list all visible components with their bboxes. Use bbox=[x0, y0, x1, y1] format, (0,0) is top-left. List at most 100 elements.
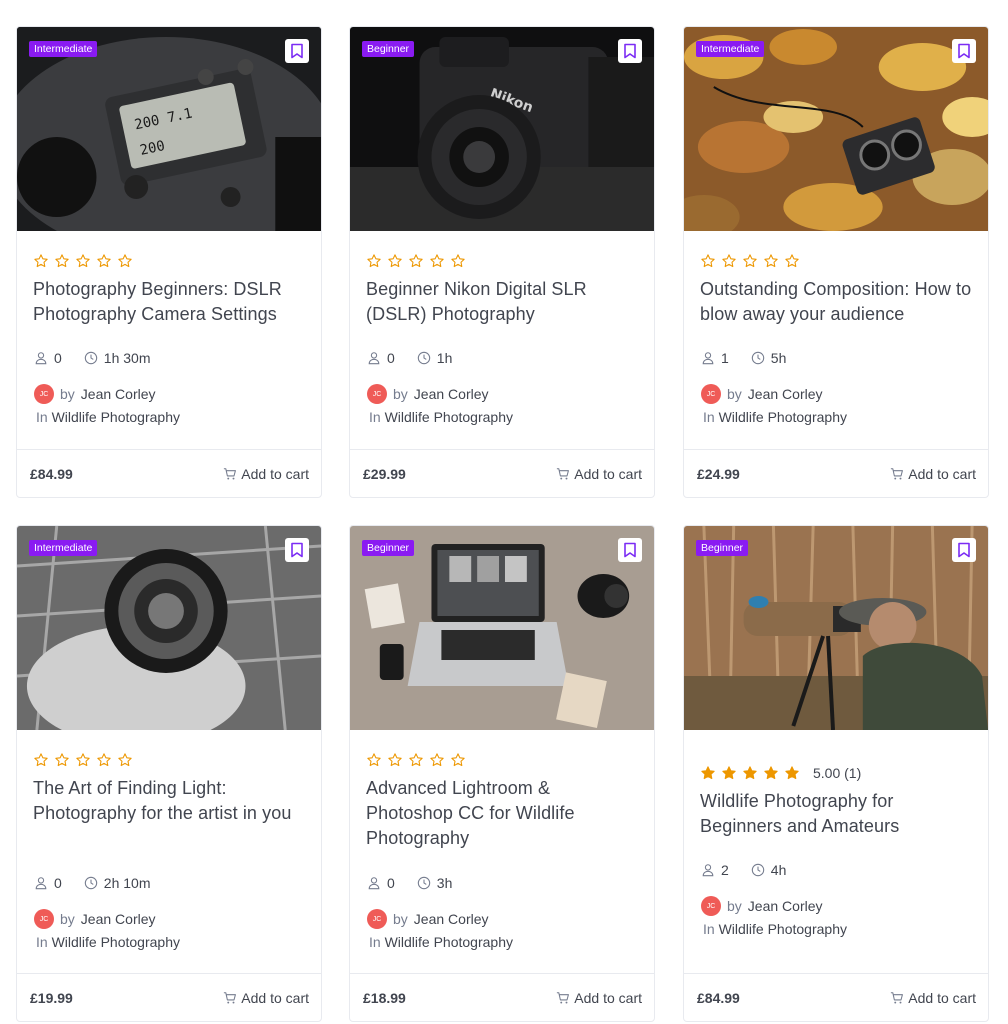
bookmark-button[interactable] bbox=[952, 39, 976, 63]
card-footer: £84.99 Add to cart bbox=[684, 973, 988, 1021]
star-empty-icon bbox=[701, 254, 715, 268]
avatar: JC bbox=[701, 384, 721, 404]
nikon-camera-image: Nikon bbox=[350, 27, 654, 231]
clock-icon bbox=[84, 351, 98, 365]
cart-icon bbox=[224, 467, 237, 480]
star-empty-icon bbox=[55, 753, 69, 767]
bookmark-icon bbox=[291, 542, 303, 558]
author-name[interactable]: Jean Corley bbox=[748, 898, 823, 914]
level-badge: Beginner bbox=[362, 41, 415, 57]
add-to-cart-button[interactable]: Add to cart bbox=[890, 990, 976, 1006]
add-to-cart-button[interactable]: Add to cart bbox=[223, 466, 309, 482]
author-name[interactable]: Jean Corley bbox=[81, 911, 156, 927]
course-card[interactable]: Intermediate The Art of Finding Light: P… bbox=[16, 525, 322, 1022]
course-thumbnail[interactable]: Intermediate bbox=[17, 526, 321, 730]
bookmark-button[interactable] bbox=[618, 39, 642, 63]
bookmark-button[interactable] bbox=[285, 538, 309, 562]
category-link[interactable]: Wildlife Photography bbox=[385, 934, 513, 950]
category-link[interactable]: Wildlife Photography bbox=[719, 409, 847, 425]
category-link[interactable]: Wildlife Photography bbox=[52, 934, 180, 950]
course-thumbnail[interactable]: 200 7.1 200 Intermediate bbox=[17, 27, 321, 231]
rating-value: 5.00 (1) bbox=[813, 765, 862, 781]
course-price: £84.99 bbox=[697, 989, 740, 1006]
course-meta: 0 1h bbox=[367, 350, 452, 366]
course-thumbnail[interactable]: Beginner bbox=[350, 526, 654, 730]
add-to-cart-button[interactable]: Add to cart bbox=[556, 990, 642, 1006]
add-to-cart-label: Add to cart bbox=[574, 465, 642, 482]
course-title[interactable]: The Art of Finding Light: Photography fo… bbox=[33, 776, 305, 826]
course-card[interactable]: Intermediate Outstanding Composition: Ho… bbox=[683, 26, 989, 498]
add-to-cart-button[interactable]: Add to cart bbox=[556, 466, 642, 482]
course-author: JC by Jean Corley bbox=[367, 384, 489, 404]
students-icon bbox=[368, 877, 380, 890]
course-author: JC by Jean Corley bbox=[34, 909, 156, 929]
course-duration: 1h 30m bbox=[103, 350, 151, 366]
bookmark-button[interactable] bbox=[618, 538, 642, 562]
course-thumbnail[interactable]: Nikon Beginner bbox=[350, 27, 654, 231]
add-to-cart-label: Add to cart bbox=[908, 989, 976, 1006]
category-link[interactable]: Wildlife Photography bbox=[385, 409, 513, 425]
rating-stars bbox=[700, 253, 972, 269]
star-empty-icon bbox=[76, 753, 90, 767]
course-price: £19.99 bbox=[30, 989, 73, 1006]
students-count: 0 bbox=[387, 875, 395, 891]
star-empty-icon bbox=[97, 753, 111, 767]
star-filled-icon bbox=[743, 766, 757, 780]
course-category: In Wildlife Photography bbox=[703, 921, 847, 937]
course-category: In Wildlife Photography bbox=[36, 409, 180, 425]
students-icon bbox=[702, 864, 714, 877]
by-label: by bbox=[60, 911, 75, 927]
clock-icon bbox=[84, 876, 98, 890]
students-icon bbox=[368, 352, 380, 365]
course-grid: 200 7.1 200 Intermediate Photography Beg… bbox=[0, 0, 1008, 1024]
author-name[interactable]: Jean Corley bbox=[414, 911, 489, 927]
author-name[interactable]: Jean Corley bbox=[748, 386, 823, 402]
course-card[interactable]: Nikon Beginner Beginner Nikon Digital SL… bbox=[349, 26, 655, 498]
star-empty-icon bbox=[388, 254, 402, 268]
category-link[interactable]: Wildlife Photography bbox=[719, 921, 847, 937]
course-title[interactable]: Photography Beginners: DSLR Photography … bbox=[33, 277, 305, 327]
add-to-cart-label: Add to cart bbox=[574, 989, 642, 1006]
course-card[interactable]: 200 7.1 200 Intermediate Photography Beg… bbox=[16, 26, 322, 498]
course-meta: 1 5h bbox=[701, 350, 786, 366]
add-to-cart-button[interactable]: Add to cart bbox=[223, 990, 309, 1006]
card-footer: £24.99 Add to cart bbox=[684, 449, 988, 497]
in-label: In bbox=[703, 409, 715, 425]
course-author: JC by Jean Corley bbox=[34, 384, 156, 404]
students-count: 1 bbox=[721, 350, 729, 366]
star-empty-icon bbox=[764, 254, 778, 268]
course-card[interactable]: Beginner Advanced Lightroom & Photoshop … bbox=[349, 525, 655, 1022]
add-to-cart-button[interactable]: Add to cart bbox=[890, 466, 976, 482]
avatar: JC bbox=[367, 909, 387, 929]
author-name[interactable]: Jean Corley bbox=[414, 386, 489, 402]
by-label: by bbox=[727, 386, 742, 402]
course-title[interactable]: Outstanding Composition: How to blow awa… bbox=[700, 277, 972, 327]
course-thumbnail[interactable]: Beginner bbox=[684, 526, 988, 730]
rating-stars bbox=[33, 253, 305, 269]
course-duration: 1h bbox=[436, 350, 453, 366]
cart-icon bbox=[891, 991, 904, 1004]
rating-stars: 5.00 (1) bbox=[700, 765, 972, 781]
bookmark-button[interactable] bbox=[952, 538, 976, 562]
avatar: JC bbox=[34, 909, 54, 929]
course-card[interactable]: Beginner 5.00 (1) Wildlife Photography f… bbox=[683, 525, 989, 1022]
star-empty-icon bbox=[722, 254, 736, 268]
card-footer: £84.99 Add to cart bbox=[17, 449, 321, 497]
course-title[interactable]: Advanced Lightroom & Photoshop CC for Wi… bbox=[366, 776, 638, 851]
add-to-cart-label: Add to cart bbox=[241, 989, 309, 1006]
course-title[interactable]: Beginner Nikon Digital SLR (DSLR) Photog… bbox=[366, 277, 638, 327]
star-empty-icon bbox=[97, 254, 111, 268]
course-thumbnail[interactable]: Intermediate bbox=[684, 27, 988, 231]
avatar: JC bbox=[701, 896, 721, 916]
author-name[interactable]: Jean Corley bbox=[81, 386, 156, 402]
bookmark-button[interactable] bbox=[285, 39, 309, 63]
category-link[interactable]: Wildlife Photography bbox=[52, 409, 180, 425]
star-empty-icon bbox=[451, 753, 465, 767]
by-label: by bbox=[393, 386, 408, 402]
course-title[interactable]: Wildlife Photography for Beginners and A… bbox=[700, 789, 972, 839]
bookmark-icon bbox=[624, 43, 636, 59]
autumn-leaves-camera-image bbox=[684, 27, 988, 231]
course-meta: 0 2h 10m bbox=[34, 875, 151, 891]
level-badge: Intermediate bbox=[29, 41, 98, 57]
students-count: 0 bbox=[387, 350, 395, 366]
